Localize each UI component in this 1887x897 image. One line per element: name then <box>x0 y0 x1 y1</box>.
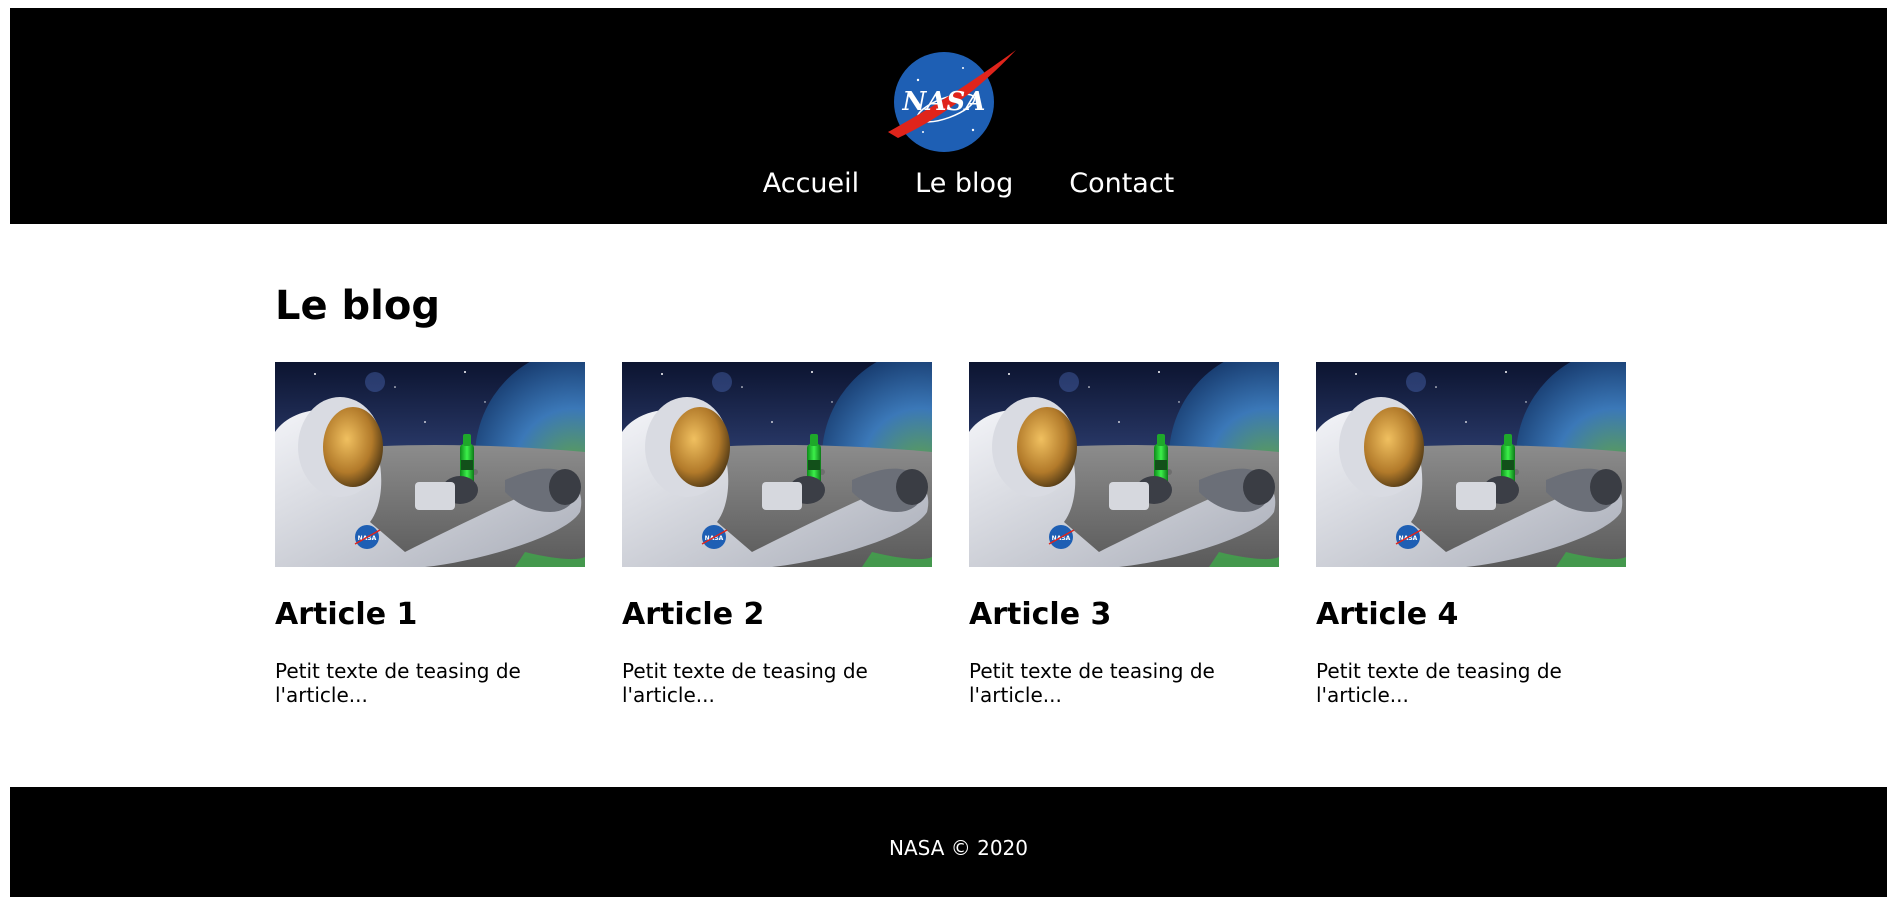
article-title[interactable]: Article 4 <box>1316 597 1626 633</box>
article-list: Article 1 Petit texte de teasing de l'ar… <box>275 362 1626 707</box>
article-teaser: Petit texte de teasing de l'article... <box>969 659 1215 707</box>
article-card-4[interactable]: Article 4 Petit texte de teasing de l'ar… <box>1316 362 1626 707</box>
article-card-1[interactable]: Article 1 Petit texte de teasing de l'ar… <box>275 362 585 707</box>
article-card-2[interactable]: Article 2 Petit texte de teasing de l'ar… <box>622 362 932 707</box>
footer-copyright: NASA © 2020 <box>888 836 1028 860</box>
article-title[interactable]: Article 2 <box>622 597 932 633</box>
article-thumbnail[interactable] <box>969 362 1279 567</box>
article-thumbnail[interactable] <box>275 362 585 567</box>
article-title[interactable]: Article 3 <box>969 597 1279 633</box>
article-teaser: Petit texte de teasing de l'article... <box>275 659 521 707</box>
main-nav: Accueil Le blog Contact <box>10 160 1887 208</box>
article-thumbnail[interactable] <box>622 362 932 567</box>
page-title: Le blog <box>275 283 440 329</box>
nav-link-contact[interactable]: Contact <box>1069 160 1174 208</box>
top-strip <box>10 0 1887 8</box>
nav-link-blog[interactable]: Le blog <box>915 160 1013 208</box>
article-title[interactable]: Article 1 <box>275 597 585 633</box>
article-teaser: Petit texte de teasing de l'article... <box>1316 659 1562 707</box>
article-thumbnail[interactable] <box>1316 362 1626 567</box>
site-footer: NASA © 2020 <box>10 787 1887 897</box>
site-header: NASA Accueil Le blog Contact <box>10 8 1887 224</box>
article-card-3[interactable]: Article 3 Petit texte de teasing de l'ar… <box>969 362 1279 707</box>
page: NASA Accueil Le blog Contact Le blog Art… <box>10 0 1887 897</box>
nav-link-accueil[interactable]: Accueil <box>763 160 859 208</box>
svg-text:NASA: NASA <box>902 87 986 117</box>
nasa-logo-icon: NASA <box>888 50 1016 152</box>
nasa-logo[interactable]: NASA <box>888 40 1018 156</box>
article-teaser: Petit texte de teasing de l'article... <box>622 659 868 707</box>
